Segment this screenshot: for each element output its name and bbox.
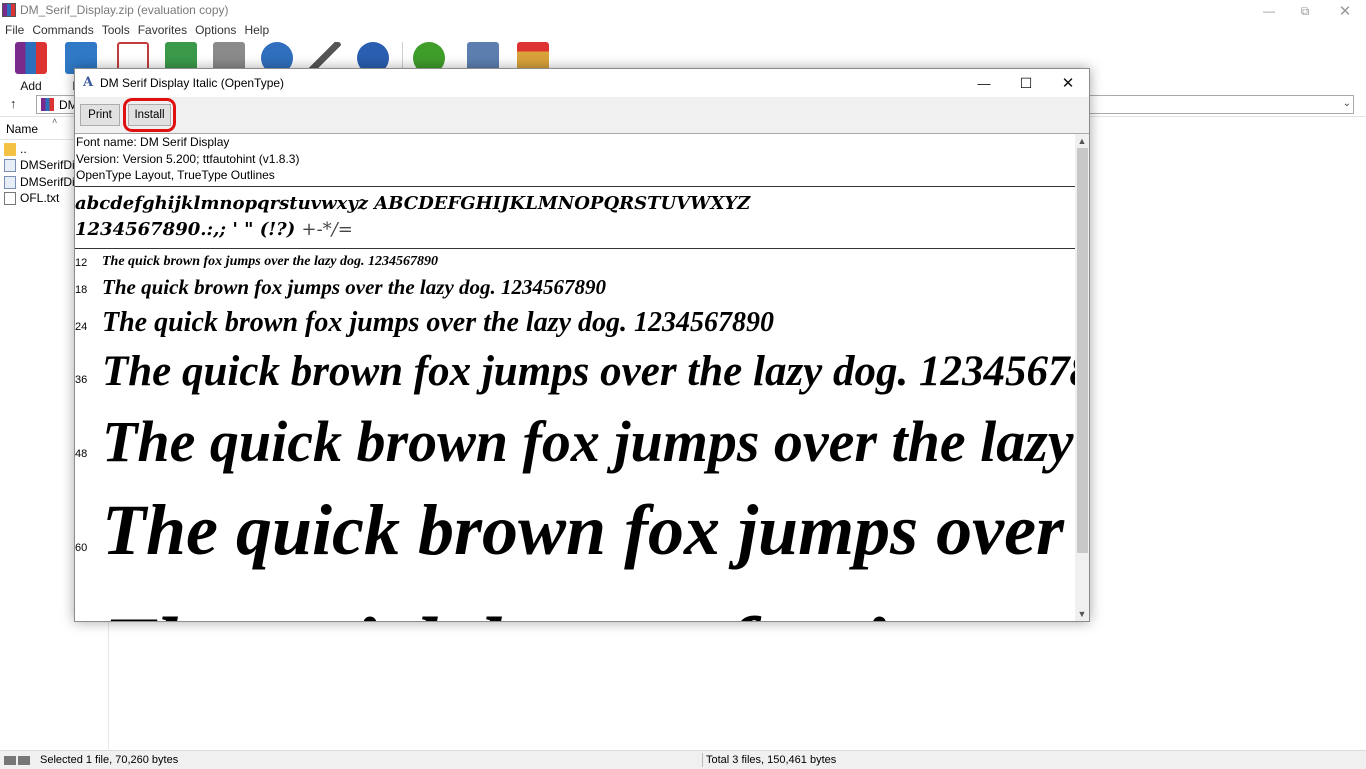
font-a-icon: A — [83, 75, 94, 90]
menu-bar: File Commands Tools Favorites Options He… — [0, 22, 1366, 38]
menu-help[interactable]: Help — [240, 22, 273, 38]
menu-commands[interactable]: Commands — [28, 22, 97, 38]
sample-text: The quick brown fox jumps over the lazy … — [102, 409, 1075, 474]
add-button[interactable]: Add — [6, 40, 56, 93]
font-version-text: Version: Version 5.200; ttfautohint (v1.… — [76, 151, 300, 166]
charset-digits: 1234567890.:,; ' " (!?) — [75, 219, 302, 240]
charset-operators: +-*/= — [301, 219, 353, 240]
sample-text: The quick brown fox jumps over the lazy … — [102, 275, 607, 299]
text-file-icon — [4, 191, 16, 205]
sample-size-label: 60 — [75, 542, 88, 554]
add-archive-icon — [15, 42, 47, 74]
winrar-app-icon — [2, 3, 16, 17]
dialog-maximize-button[interactable]: ☐ — [1005, 69, 1047, 97]
archive-icon — [41, 98, 54, 111]
winrar-titlebar: DM_Serif_Display.zip (evaluation copy) —… — [0, 0, 1366, 22]
font-outlines-text: OpenType Layout, TrueType Outlines — [76, 168, 275, 182]
menu-tools[interactable]: Tools — [98, 22, 134, 38]
divider — [75, 186, 1075, 187]
sort-arrow-icon: ˄ — [52, 116, 58, 126]
dialog-minimize-button[interactable]: — — [963, 69, 1005, 97]
window-title: DM_Serif_Display.zip (evaluation copy) — [20, 3, 229, 17]
menu-file[interactable]: File — [0, 22, 28, 38]
up-arrow-icon[interactable]: ↑ — [10, 96, 17, 111]
font-file-icon — [4, 175, 16, 189]
font-preview-area: Font name: DM Serif Display Version: Ver… — [75, 134, 1075, 621]
sample-size-label: 36 — [75, 374, 88, 386]
menu-favorites[interactable]: Favorites — [134, 22, 191, 38]
sample-size-label: 18 — [75, 284, 88, 296]
sample-text: The quick brown fox jumps over the lazy … — [102, 490, 1075, 570]
install-highlight-annotation — [123, 98, 176, 132]
sample-text: The quick brown fox jumps over the lazy … — [102, 604, 1075, 621]
font-name-text: Font name: DM Serif Display — [76, 135, 230, 149]
drive-icons — [4, 754, 34, 765]
sample-text: The quick brown fox jumps over the lazy … — [102, 348, 1075, 395]
menu-options[interactable]: Options — [191, 22, 240, 38]
divider — [75, 248, 1075, 249]
folder-up-icon — [4, 142, 16, 156]
scroll-down-icon[interactable]: ▼ — [1075, 607, 1089, 621]
add-label: Add — [20, 79, 42, 93]
status-selected: Selected 1 file, 70,260 bytes — [40, 754, 179, 766]
font-viewer-dialog: A DM Serif Display Italic (OpenType) — ☐… — [74, 68, 1090, 622]
status-bar: Selected 1 file, 70,260 bytes Total 3 fi… — [0, 750, 1366, 769]
dialog-title: DM Serif Display Italic (OpenType) — [100, 76, 285, 90]
font-file-icon — [4, 158, 16, 172]
charset-letters: abcdefghijklmnopqrstuvwxyz ABCDEFGHIJKLM… — [75, 193, 751, 214]
sample-size-label: 24 — [75, 321, 88, 333]
sample-text: The quick brown fox jumps over the lazy … — [102, 307, 775, 338]
key-icon — [18, 756, 30, 765]
chevron-down-icon[interactable]: ⌄ — [1343, 98, 1351, 109]
dialog-titlebar: A DM Serif Display Italic (OpenType) — ☐… — [75, 69, 1089, 97]
scroll-up-icon[interactable]: ▲ — [1075, 134, 1089, 148]
file-name: OFL.txt — [20, 191, 60, 205]
status-total: Total 3 files, 150,461 bytes — [706, 754, 837, 766]
dialog-close-button[interactable]: ✕ — [1047, 69, 1089, 97]
close-button[interactable]: ✕ — [1322, 0, 1366, 22]
name-column-label: Name — [6, 122, 39, 136]
print-button[interactable]: Print — [80, 104, 120, 126]
scroll-thumb[interactable] — [1077, 148, 1088, 553]
status-divider — [702, 753, 703, 767]
charset-numbers: 1234567890.:,; ' " (!?) +-*/= — [75, 219, 353, 240]
sample-size-label: 48 — [75, 448, 88, 460]
sample-text: The quick brown fox jumps over the lazy … — [102, 254, 439, 269]
dialog-toolbar: Print Install — [75, 97, 1089, 134]
sample-size-label: 12 — [75, 257, 88, 269]
vertical-scrollbar[interactable]: ▲ ▼ — [1075, 134, 1089, 621]
drive-icon — [4, 756, 16, 765]
font-info: Font name: DM Serif Display Version: Ver… — [75, 134, 299, 184]
file-name: .. — [20, 142, 27, 156]
